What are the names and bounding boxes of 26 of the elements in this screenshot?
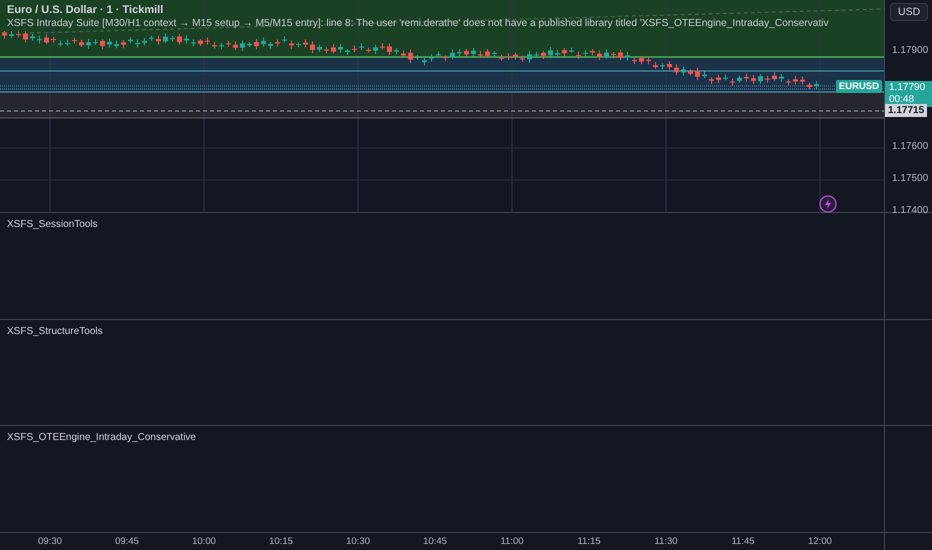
time-tick-label: 10:15: [268, 536, 294, 547]
last-price: 1.17790: [889, 82, 926, 94]
time-tick-label: 10:00: [191, 536, 217, 547]
time-tick-label: 11:00: [499, 536, 525, 547]
time-tick-label: 09:45: [114, 536, 140, 547]
price-tick-label: 1.17400: [892, 205, 928, 216]
price-tick-label: 1.17600: [892, 141, 928, 152]
time-tick-label: 12:00: [807, 536, 833, 547]
time-tick-label: 11:30: [653, 536, 679, 547]
time-tick-label: 11:15: [576, 536, 602, 547]
currency-button[interactable]: USD: [890, 3, 928, 21]
indicator-pane-title: XSFS_StructureTools: [7, 326, 103, 337]
symbol-badge: EURUSD: [836, 80, 882, 94]
bar-countdown: 00:48: [889, 94, 916, 106]
price-tick-label: 1.17900: [892, 45, 928, 56]
time-tick-label: 10:30: [345, 536, 371, 547]
symbol-title: Euro / U.S. Dollar · 1 · Tickmill: [7, 3, 164, 17]
time-tick-label: 09:30: [37, 536, 63, 547]
lightning-icon[interactable]: [819, 195, 837, 213]
time-tick-label: 11:45: [730, 536, 756, 547]
price-tick-label: 1.17500: [892, 173, 928, 184]
indicator-error-message: XSFS Intraday Suite [M30/H1 context → M15 setup → M5/M15 entry]: line 8: The user 'remi.derathe' does not have a published library titled 'XSFS_OTEEngine_Intraday_Conservativ: [7, 17, 829, 31]
price-marker-label: 1.17715: [885, 104, 928, 118]
indicator-pane-title: XSFS_OTEEngine_Intraday_Conservative: [7, 432, 196, 444]
indicator-pane-title: XSFS_SessionTools: [7, 219, 98, 230]
time-tick-label: 10:45: [422, 536, 448, 547]
